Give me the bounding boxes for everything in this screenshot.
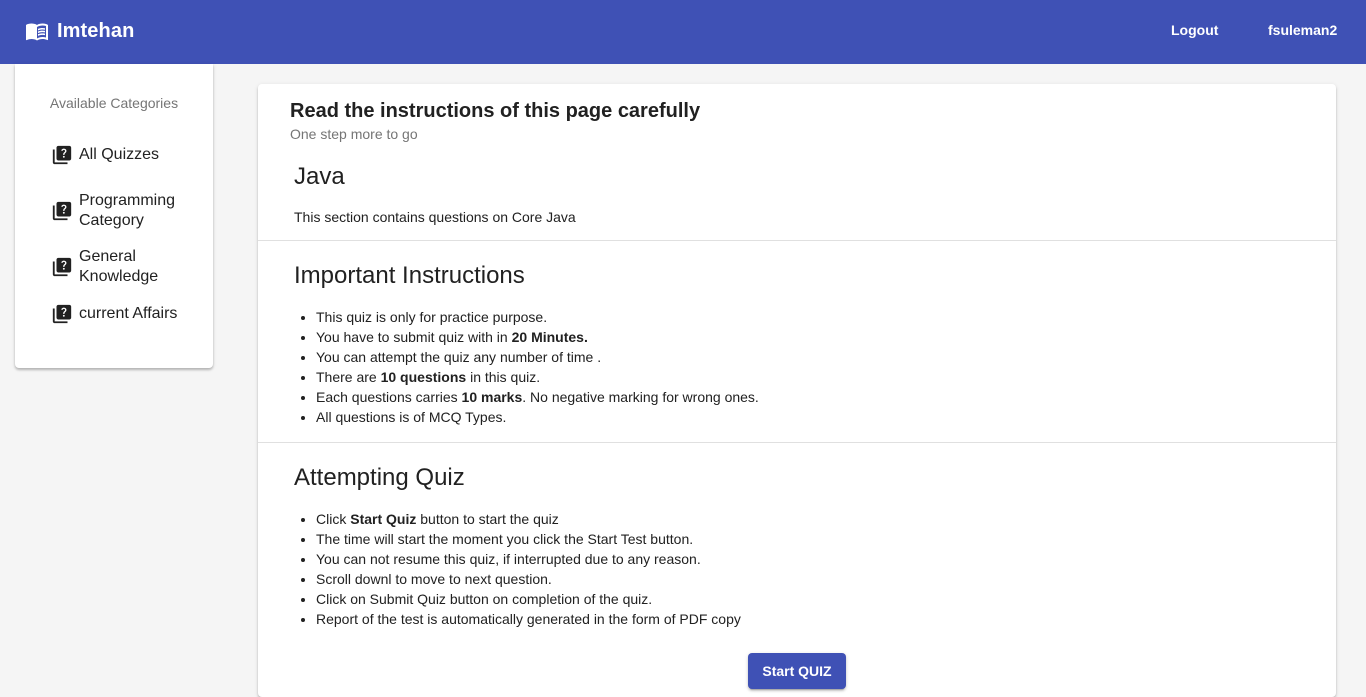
list-item: Click on Submit Quiz button on completio…	[316, 589, 741, 609]
top-toolbar: Imtehan Logout fsuleman2	[0, 0, 1366, 64]
instructions-card: Read the instructions of this page caref…	[258, 84, 1336, 697]
quiz-icon	[52, 201, 72, 221]
important-instructions-list: This quiz is only for practice purpose. …	[316, 307, 759, 427]
divider	[258, 442, 1336, 443]
sidebar-heading: Available Categories	[49, 95, 179, 111]
list-item: Report of the test is automatically gene…	[316, 609, 741, 629]
sidebar-item-label: All Quizzes	[79, 146, 160, 163]
list-item: You can attempt the quiz any number of t…	[316, 347, 759, 367]
list-item: The time will start the moment you click…	[316, 529, 741, 549]
list-item: You can not resume this quiz, if interru…	[316, 549, 741, 569]
quiz-icon	[52, 145, 72, 165]
sidebar-item-general-knowledge[interactable]: General Knowledge	[51, 247, 189, 287]
sidebar-item-programming-category[interactable]: Programming Category	[51, 191, 189, 231]
list-item: You have to submit quiz with in 20 Minut…	[316, 327, 759, 347]
list-item: All questions is of MCQ Types.	[316, 407, 759, 427]
important-instructions-heading: Important Instructions	[294, 262, 525, 289]
sidebar-item-current-affairs[interactable]: current Affairs	[51, 303, 189, 325]
page-title: Read the instructions of this page caref…	[290, 100, 701, 122]
logout-button[interactable]: Logout	[1171, 22, 1218, 38]
quiz-icon	[52, 257, 72, 277]
list-item: Scroll downl to move to next question.	[316, 569, 741, 589]
categories-sidebar: Available Categories All Quizzes Program…	[15, 64, 213, 368]
sidebar-item-label: General Knowledge	[79, 248, 159, 285]
attempting-quiz-heading: Attempting Quiz	[294, 464, 465, 491]
book-open-icon	[26, 23, 48, 41]
sidebar-item-label: current Affairs	[79, 305, 178, 322]
page-subtitle: One step more to go	[290, 126, 418, 142]
list-item: This quiz is only for practice purpose.	[316, 307, 759, 327]
list-item: There are 10 questions in this quiz.	[316, 367, 759, 387]
start-quiz-button[interactable]: Start QUIZ	[748, 653, 846, 689]
divider	[258, 240, 1336, 241]
app-title: Imtehan	[57, 19, 135, 42]
list-item: Each questions carries 10 marks. No nega…	[316, 387, 759, 407]
attempting-quiz-list: Click Start Quiz button to start the qui…	[316, 509, 741, 629]
sidebar-item-all-quizzes[interactable]: All Quizzes	[51, 144, 189, 166]
brand[interactable]: Imtehan	[25, 19, 134, 43]
quiz-description: This section contains questions on Core …	[294, 209, 576, 225]
quiz-icon	[52, 304, 72, 324]
list-item: Click Start Quiz button to start the qui…	[316, 509, 741, 529]
sidebar-item-label: Programming Category	[79, 192, 176, 229]
username-button[interactable]: fsuleman2	[1268, 22, 1337, 38]
quiz-title: Java	[294, 163, 345, 190]
